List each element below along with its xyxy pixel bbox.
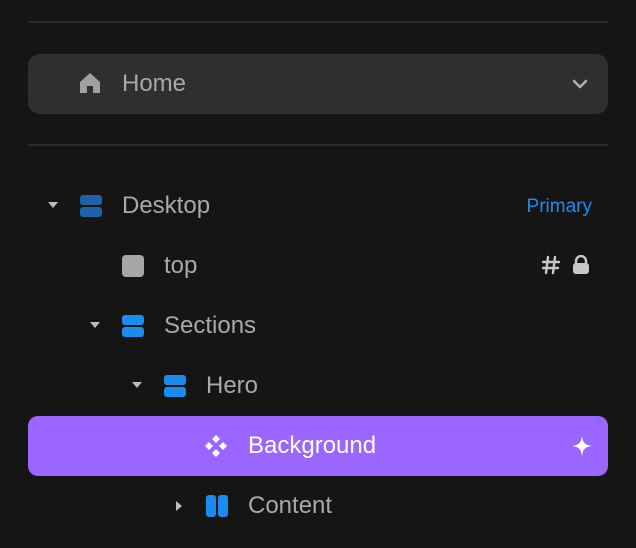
layer-row-background[interactable]: Background [28,416,608,476]
layer-name: Desktop [122,192,211,219]
stack-icon [80,195,102,222]
top-divider [28,21,608,23]
collapse-caret-icon[interactable] [48,202,58,208]
collapse-caret-icon[interactable] [90,322,100,328]
expand-caret-icon[interactable] [176,501,182,511]
layer-name: Sections [164,312,257,339]
layer-row-desktop[interactable]: Desktop Primary [28,176,608,236]
page-selector[interactable]: Home [28,54,608,114]
chevron-down-icon[interactable] [572,77,588,95]
page-selector-label: Home [122,70,187,97]
columns-icon [206,495,228,522]
mid-divider [28,144,608,146]
layer-actions [572,436,592,461]
frame-square-icon [122,255,144,282]
collapse-caret-icon[interactable] [132,382,142,388]
layer-name: top [164,252,198,279]
layer-name: Background [248,432,377,459]
stack-icon [122,315,144,342]
stack-icon [164,375,186,402]
layer-name: Content [248,492,333,519]
layer-row-content[interactable]: Content [28,476,608,536]
layer-actions [541,254,590,280]
sparkle-icon[interactable] [572,436,592,461]
lock-icon[interactable] [572,254,590,280]
primary-badge[interactable]: Primary [527,196,592,218]
layer-row-top[interactable]: top [28,236,608,296]
layer-row-sections[interactable]: Sections [28,296,608,356]
home-icon [78,71,102,100]
component-icon [204,434,228,463]
layer-name: Hero [206,372,259,399]
hash-icon[interactable] [541,255,561,280]
layer-row-hero[interactable]: Hero [28,356,608,416]
